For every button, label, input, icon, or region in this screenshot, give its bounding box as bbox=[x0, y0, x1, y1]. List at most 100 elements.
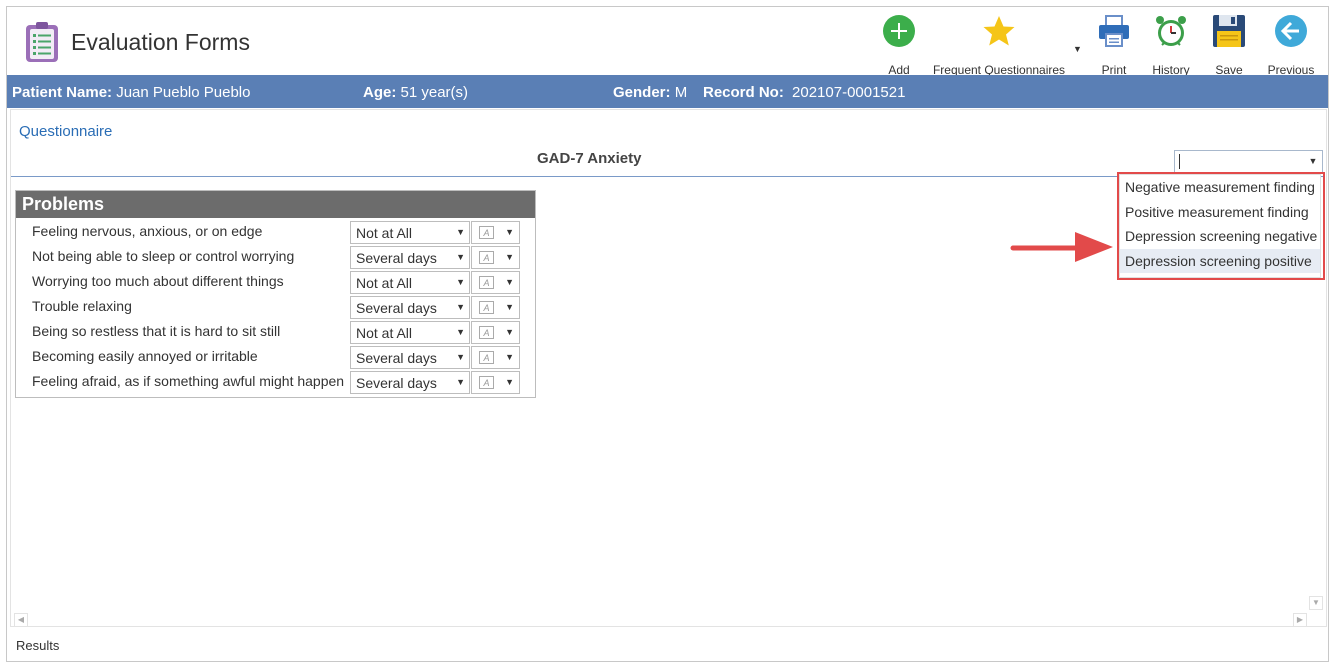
arrow-left-circle-icon bbox=[1273, 13, 1309, 48]
patient-age-value: 51 year(s) bbox=[400, 84, 469, 101]
chevron-down-icon[interactable]: ▼ bbox=[456, 277, 465, 287]
problem-label: Worrying too much about different things bbox=[32, 273, 284, 289]
problem-label: Becoming easily annoyed or irritable bbox=[32, 348, 258, 364]
problem-label: Trouble relaxing bbox=[32, 298, 132, 314]
problem-row: Feeling nervous, anxious, or on edge Not … bbox=[16, 220, 535, 245]
chevron-down-icon[interactable]: ▼ bbox=[505, 252, 514, 262]
problem-row: Feeling afraid, as if something awful mi… bbox=[16, 370, 535, 395]
note-select[interactable]: A ▼ bbox=[471, 246, 520, 269]
red-arrow-annotation bbox=[1009, 228, 1114, 264]
history-button[interactable]: History bbox=[1150, 11, 1192, 77]
answer-value: Several days bbox=[356, 350, 437, 366]
answer-select[interactable]: Not at All ▼ bbox=[350, 321, 470, 344]
note-icon: A bbox=[479, 351, 494, 364]
answer-select[interactable]: Not at All ▼ bbox=[350, 271, 470, 294]
dropdown-option[interactable]: Negative measurement finding bbox=[1120, 175, 1320, 200]
answer-value: Not at All bbox=[356, 325, 413, 341]
note-select[interactable]: A ▼ bbox=[471, 296, 520, 319]
chevron-down-icon[interactable]: ▼ bbox=[505, 227, 514, 237]
star-icon bbox=[981, 13, 1017, 48]
note-icon: A bbox=[479, 251, 494, 264]
note-icon: A bbox=[479, 226, 494, 239]
note-select[interactable]: A ▼ bbox=[471, 221, 520, 244]
questionnaire-link[interactable]: Questionnaire bbox=[19, 123, 112, 140]
note-select[interactable]: A ▼ bbox=[471, 271, 520, 294]
chevron-down-icon[interactable]: ▼ bbox=[1073, 44, 1082, 54]
problem-label: Being so restless that it is hard to sit… bbox=[32, 323, 281, 339]
note-icon: A bbox=[479, 301, 494, 314]
patient-name-value: Juan Pueblo Pueblo bbox=[116, 84, 251, 101]
plus-circle-icon bbox=[881, 13, 917, 48]
note-select[interactable]: A ▼ bbox=[471, 371, 520, 394]
patient-name: Patient Name: Juan Pueblo Pueblo bbox=[12, 84, 250, 101]
problems-table: Problems Feeling nervous, anxious, or on… bbox=[15, 190, 536, 398]
alarm-clock-icon bbox=[1153, 13, 1189, 48]
questionnaire-panel: Questionnaire GAD-7 Anxiety ▼ Negative m… bbox=[10, 109, 1327, 627]
previous-button[interactable]: Previous bbox=[1266, 11, 1316, 77]
patient-name-label: Patient Name: bbox=[12, 84, 113, 101]
finding-dropdown-list: Negative measurement finding Positive mea… bbox=[1119, 174, 1321, 278]
dropdown-option[interactable]: Depression screening negative bbox=[1120, 224, 1320, 249]
chevron-down-icon[interactable]: ▼ bbox=[456, 227, 465, 237]
chevron-down-icon[interactable]: ▼ bbox=[456, 327, 465, 337]
patient-record: Record No: 202107-0001521 bbox=[703, 84, 905, 101]
patient-info-bar: Patient Name: Juan Pueblo Pueblo Age: 51… bbox=[7, 75, 1328, 108]
finding-select[interactable]: ▼ bbox=[1174, 150, 1323, 173]
chevron-down-icon[interactable]: ▼ bbox=[505, 302, 514, 312]
chevron-down-icon[interactable]: ▼ bbox=[505, 377, 514, 387]
answer-select[interactable]: Several days ▼ bbox=[350, 296, 470, 319]
text-cursor bbox=[1179, 154, 1180, 169]
answer-select[interactable]: Several days ▼ bbox=[350, 346, 470, 369]
patient-age: Age: 51 year(s) bbox=[363, 84, 468, 101]
problem-label: Not being able to sleep or control worry… bbox=[32, 248, 295, 264]
floppy-disk-icon bbox=[1211, 13, 1247, 48]
problem-row: Being so restless that it is hard to sit… bbox=[16, 320, 535, 345]
answer-value: Several days bbox=[356, 300, 437, 316]
patient-age-label: Age: bbox=[363, 84, 397, 101]
toolbar: Add Frequent Questionnaires ▼ Print Hist… bbox=[7, 11, 1328, 77]
answer-select[interactable]: Not at All ▼ bbox=[350, 221, 470, 244]
chevron-down-icon[interactable]: ▼ bbox=[1306, 154, 1320, 169]
answer-select[interactable]: Several days ▼ bbox=[350, 371, 470, 394]
questionnaire-title: GAD-7 Anxiety bbox=[537, 150, 642, 167]
add-button[interactable]: Add bbox=[879, 11, 919, 77]
patient-record-value: 202107-0001521 bbox=[792, 84, 906, 101]
note-select[interactable]: A ▼ bbox=[471, 321, 520, 344]
note-icon: A bbox=[479, 276, 494, 289]
save-button[interactable]: Save bbox=[1209, 11, 1249, 77]
problem-row: Worrying too much about different things… bbox=[16, 270, 535, 295]
note-icon: A bbox=[479, 376, 494, 389]
answer-value: Not at All bbox=[356, 275, 413, 291]
note-icon: A bbox=[479, 326, 494, 339]
chevron-down-icon[interactable]: ▼ bbox=[456, 377, 465, 387]
patient-gender: Gender: M bbox=[613, 84, 687, 101]
patient-record-label: Record No: bbox=[703, 84, 784, 101]
problem-row: Not being able to sleep or control worry… bbox=[16, 245, 535, 270]
answer-select[interactable]: Several days ▼ bbox=[350, 246, 470, 269]
scroll-left-icon[interactable]: ◀ bbox=[14, 613, 28, 627]
scroll-down-icon[interactable]: ▼ bbox=[1309, 596, 1323, 610]
problem-row: Becoming easily annoyed or irritable Seve… bbox=[16, 345, 535, 370]
printer-icon bbox=[1096, 13, 1132, 48]
problem-label: Feeling afraid, as if something awful mi… bbox=[32, 373, 345, 389]
print-button[interactable]: Print bbox=[1095, 11, 1133, 77]
problems-heading: Problems bbox=[16, 191, 535, 218]
note-select[interactable]: A ▼ bbox=[471, 346, 520, 369]
patient-gender-label: Gender: bbox=[613, 84, 671, 101]
chevron-down-icon[interactable]: ▼ bbox=[456, 302, 465, 312]
answer-value: Not at All bbox=[356, 225, 413, 241]
answer-value: Several days bbox=[356, 375, 437, 391]
frequent-questionnaires-button[interactable]: Frequent Questionnaires bbox=[933, 11, 1065, 77]
dropdown-option[interactable]: Depression screening positive bbox=[1120, 248, 1320, 273]
dropdown-option[interactable]: Positive measurement finding bbox=[1120, 200, 1320, 225]
chevron-down-icon[interactable]: ▼ bbox=[505, 327, 514, 337]
problem-label: Feeling nervous, anxious, or on edge bbox=[32, 223, 263, 239]
chevron-down-icon[interactable]: ▼ bbox=[505, 277, 514, 287]
chevron-down-icon[interactable]: ▼ bbox=[505, 352, 514, 362]
results-label: Results bbox=[16, 638, 60, 653]
chevron-down-icon[interactable]: ▼ bbox=[456, 252, 465, 262]
chevron-down-icon[interactable]: ▼ bbox=[456, 352, 465, 362]
scroll-right-icon[interactable]: ▶ bbox=[1293, 613, 1307, 627]
problem-row: Trouble relaxing Several days ▼ A ▼ bbox=[16, 295, 535, 320]
evaluation-forms-window: Evaluation Forms Add Frequent Questionna… bbox=[6, 6, 1329, 662]
